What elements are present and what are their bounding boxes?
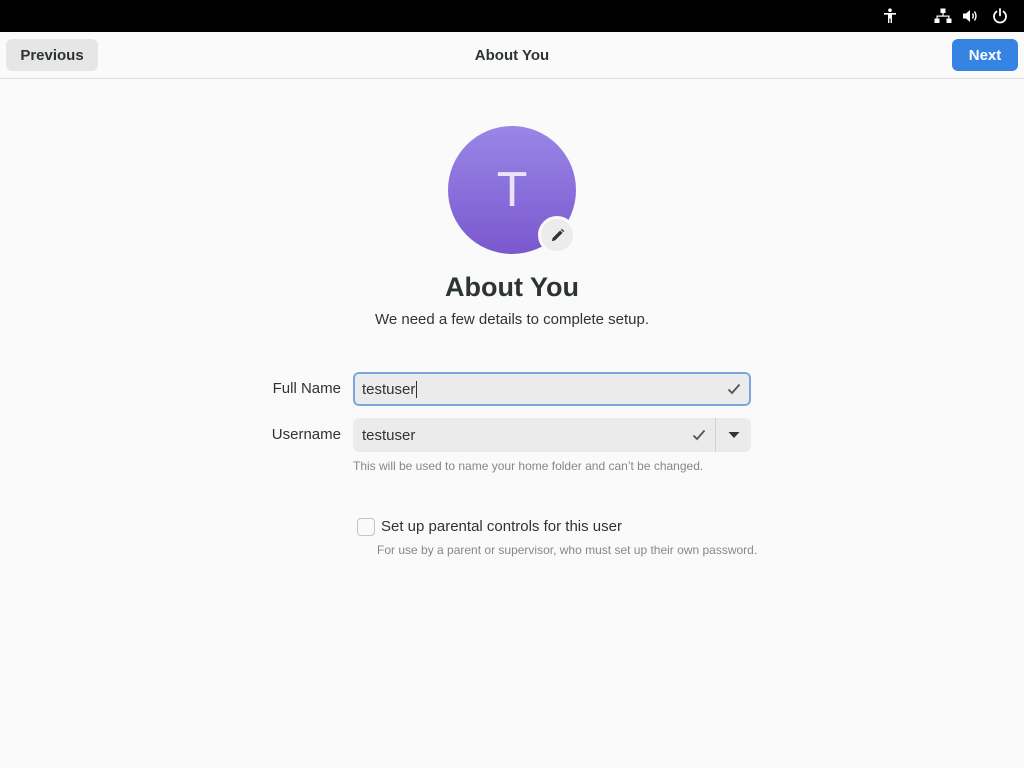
next-button[interactable]: Next [952,39,1018,71]
full-name-field[interactable]: testuser [353,372,751,406]
page-heading: About You [445,272,579,302]
previous-button[interactable]: Previous [6,39,98,71]
page-subtitle: We need a few details to complete setup. [374,311,650,328]
full-name-label: Full Name [272,380,341,397]
username-hint: This will be used to name your home fold… [353,459,704,473]
checkmark-icon [691,427,707,443]
chevron-down-icon [728,431,740,439]
text-cursor [416,380,418,398]
avatar-edit-button[interactable] [538,216,576,254]
parental-controls-label[interactable]: Set up parental controls for this user [381,518,622,535]
username-label: Username [271,426,341,443]
username-value: testuser [362,426,416,444]
avatar-initial: T [497,163,527,217]
checkmark-icon [726,381,742,397]
username-dropdown-button[interactable] [716,418,751,452]
volume-icon[interactable] [962,7,980,25]
header-bar: About You Previous Next [0,32,1024,79]
system-top-bar [0,0,1024,32]
parental-controls-checkbox[interactable] [357,518,375,536]
parental-controls-hint: For use by a parent or supervisor, who m… [377,543,758,557]
header-title: About You [474,46,550,64]
power-icon[interactable] [991,7,1009,25]
full-name-value: testuser [362,380,416,398]
accessibility-icon[interactable] [881,7,899,25]
network-icon[interactable] [934,7,952,25]
pencil-icon [550,228,565,243]
